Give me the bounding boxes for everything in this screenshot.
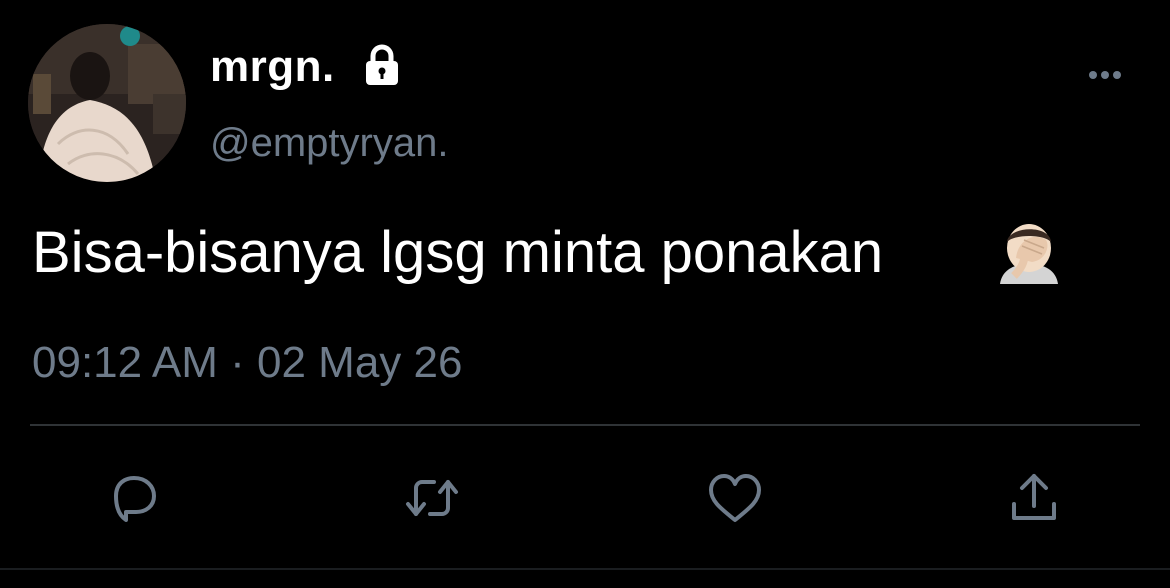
divider <box>30 424 1140 426</box>
bottom-divider <box>0 568 1170 570</box>
facepalm-icon <box>984 218 1074 284</box>
retweet-button[interactable] <box>400 466 464 530</box>
retweet-icon <box>406 480 458 516</box>
reply-button[interactable] <box>102 466 166 530</box>
like-button[interactable] <box>703 466 767 530</box>
share-button[interactable] <box>1002 466 1066 530</box>
avatar[interactable] <box>28 24 186 182</box>
display-name[interactable]: mrgn. <box>210 40 335 94</box>
like-icon <box>709 474 761 522</box>
tweet-timestamp[interactable]: 09:12 AM · 02 May 26 <box>32 336 462 390</box>
reply-icon <box>114 476 156 522</box>
share-icon <box>1012 474 1056 520</box>
more-options-icon[interactable] <box>1080 58 1130 92</box>
tweet-text: Bisa-bisanya lgsg minta ponakan <box>32 220 884 285</box>
avatar-image <box>28 24 186 182</box>
lock-icon <box>358 44 406 86</box>
user-handle[interactable]: @emptyryan. <box>210 118 448 168</box>
